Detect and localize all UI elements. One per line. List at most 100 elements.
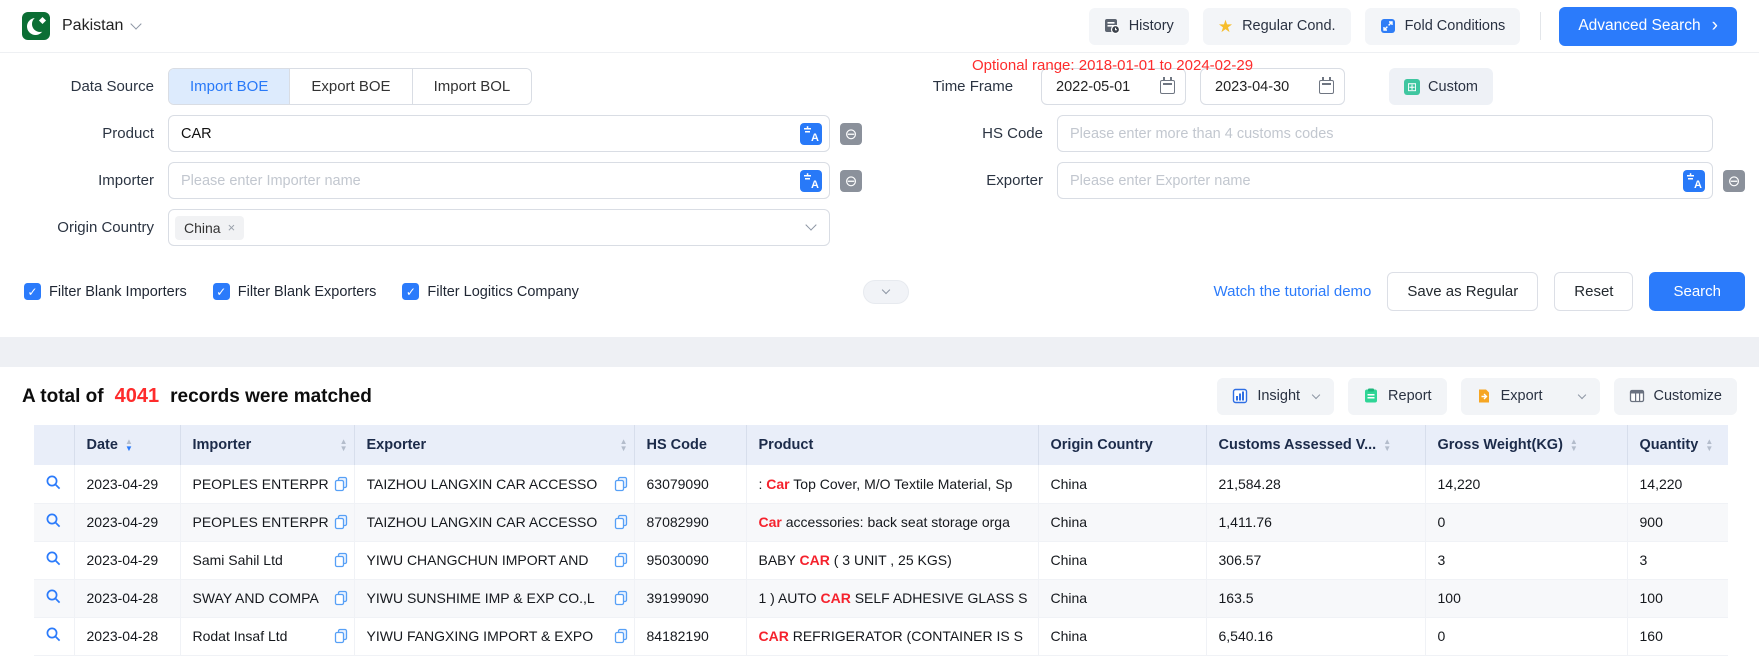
tutorial-link[interactable]: Watch the tutorial demo <box>1214 283 1372 300</box>
custom-range-button[interactable]: ⊞ Custom <box>1389 68 1493 105</box>
filter-blank-importers-checkbox[interactable]: ✓ Filter Blank Importers <box>24 283 187 300</box>
cell-hs-code: 87082990 <box>634 503 746 541</box>
filter-logitics-company-checkbox[interactable]: ✓ Filter Logitics Company <box>402 283 579 300</box>
copy-icon[interactable] <box>614 514 628 530</box>
header-origin-country[interactable]: Origin Country <box>1038 425 1206 465</box>
search-row-icon[interactable] <box>45 626 62 643</box>
insight-button[interactable]: Insight <box>1217 378 1334 415</box>
header-product[interactable]: Product <box>746 425 1038 465</box>
sort-icons[interactable]: ▲▼ <box>125 438 133 453</box>
chevron-down-icon[interactable] <box>805 219 816 230</box>
product-input[interactable] <box>169 126 829 142</box>
customize-button[interactable]: Customize <box>1614 378 1738 415</box>
report-button[interactable]: Report <box>1348 378 1447 415</box>
export-button[interactable]: Export <box>1461 378 1600 415</box>
history-button[interactable]: History <box>1089 8 1189 45</box>
chevron-down-icon[interactable] <box>131 18 142 29</box>
tag-close-icon[interactable]: × <box>228 220 236 235</box>
calendar-icon[interactable] <box>1160 80 1175 94</box>
report-icon <box>1363 388 1379 404</box>
calendar-icon[interactable] <box>1319 80 1334 94</box>
table-header-row: Date ▲▼ Importer ▲▼ Exporter ▲▼ HS Code … <box>34 425 1728 465</box>
search-row-icon[interactable] <box>45 474 62 491</box>
importer-label: Importer <box>0 172 168 189</box>
sort-icons[interactable]: ▲▼ <box>340 438 348 453</box>
advanced-search-button[interactable]: Advanced Search › <box>1559 7 1737 46</box>
header-customs-value[interactable]: Customs Assessed V... ▲▼ <box>1206 425 1425 465</box>
sort-icons[interactable]: ▲▼ <box>1570 438 1578 453</box>
exclude-condition-icon[interactable]: ⊖ <box>1723 170 1745 192</box>
reset-button[interactable]: Reset <box>1554 272 1633 311</box>
search-row-icon[interactable] <box>45 512 62 529</box>
country-selector-label[interactable]: Pakistan <box>62 17 123 35</box>
regular-cond-button[interactable]: ★ Regular Cond. <box>1203 8 1351 45</box>
translate-icon[interactable]: A <box>800 170 822 192</box>
importer-field[interactable]: A <box>168 162 830 199</box>
fold-conditions-button[interactable]: Fold Conditions <box>1365 8 1521 45</box>
hs-code-input[interactable] <box>1058 126 1712 142</box>
exporter-field[interactable]: A <box>1057 162 1713 199</box>
cell-customs-value: 6,540.16 <box>1206 617 1425 655</box>
copy-icon[interactable] <box>334 552 348 568</box>
hs-code-field[interactable] <box>1057 115 1713 152</box>
checkbox-checked-icon[interactable]: ✓ <box>402 283 419 300</box>
sort-icons[interactable]: ▲▼ <box>1705 438 1713 453</box>
checkbox-checked-icon[interactable]: ✓ <box>213 283 230 300</box>
header-gross-weight[interactable]: Gross Weight(KG) ▲▼ <box>1425 425 1627 465</box>
header-exporter[interactable]: Exporter ▲▼ <box>354 425 634 465</box>
search-button[interactable]: Search <box>1649 272 1745 311</box>
copy-icon[interactable] <box>334 514 348 530</box>
exporter-input[interactable] <box>1058 173 1712 189</box>
exclude-condition-icon[interactable]: ⊖ <box>840 123 862 145</box>
table-row: 2023-04-29 Sami Sahil Ltd YIWU CHANGCHUN… <box>34 541 1728 579</box>
save-as-regular-button[interactable]: Save as Regular <box>1387 272 1538 311</box>
cell-view[interactable] <box>34 503 74 541</box>
cell-view[interactable] <box>34 541 74 579</box>
copy-icon[interactable] <box>334 628 348 644</box>
row-data-source: Data Source Import BOE Export BOE Import… <box>0 68 1759 105</box>
sort-icons[interactable]: ▲▼ <box>620 438 628 453</box>
importer-input[interactable] <box>169 173 829 189</box>
section-divider <box>0 337 1759 367</box>
copy-icon[interactable] <box>614 552 628 568</box>
results-table: Date ▲▼ Importer ▲▼ Exporter ▲▼ HS Code … <box>34 425 1728 656</box>
cell-quantity: 160 <box>1627 617 1728 655</box>
date-to-input[interactable] <box>1213 78 1319 96</box>
header-hs-code[interactable]: HS Code <box>634 425 746 465</box>
tab-import-bol[interactable]: Import BOL <box>413 69 532 104</box>
toolbar-divider <box>1540 12 1541 40</box>
custom-icon: ⊞ <box>1404 79 1420 95</box>
copy-icon[interactable] <box>614 476 628 492</box>
date-from-input[interactable] <box>1054 78 1160 96</box>
sort-icons[interactable]: ▲▼ <box>1383 438 1391 453</box>
copy-icon[interactable] <box>334 590 348 606</box>
collapse-conditions-toggle[interactable] <box>863 280 909 304</box>
cell-date: 2023-04-28 <box>74 579 180 617</box>
cell-exporter: YIWU CHANGCHUN IMPORT AND <box>354 541 634 579</box>
copy-icon[interactable] <box>614 628 628 644</box>
exclude-condition-icon[interactable]: ⊖ <box>840 170 862 192</box>
copy-icon[interactable] <box>334 476 348 492</box>
translate-icon[interactable]: A <box>1683 170 1705 192</box>
cell-gross-weight: 0 <box>1425 503 1627 541</box>
checkbox-checked-icon[interactable]: ✓ <box>24 283 41 300</box>
header-quantity[interactable]: Quantity ▲▼ <box>1627 425 1728 465</box>
translate-icon[interactable]: A <box>800 123 822 145</box>
tab-export-boe[interactable]: Export BOE <box>290 69 412 104</box>
cell-view[interactable] <box>34 465 74 503</box>
product-field[interactable]: A <box>168 115 830 152</box>
tab-import-boe[interactable]: Import BOE <box>169 69 290 104</box>
copy-icon[interactable] <box>614 590 628 606</box>
svg-text:A: A <box>811 179 819 191</box>
filter-blank-exporters-checkbox[interactable]: ✓ Filter Blank Exporters <box>213 283 377 300</box>
cell-exporter: YIWU SUNSHIME IMP & EXP CO.,L <box>354 579 634 617</box>
chevron-down-icon[interactable] <box>1577 390 1585 398</box>
header-date[interactable]: Date ▲▼ <box>74 425 180 465</box>
search-row-icon[interactable] <box>45 550 62 567</box>
header-importer[interactable]: Importer ▲▼ <box>180 425 354 465</box>
cell-view[interactable] <box>34 579 74 617</box>
data-source-tabs: Import BOE Export BOE Import BOL <box>168 68 532 105</box>
cell-view[interactable] <box>34 617 74 655</box>
origin-country-select[interactable]: China × <box>168 209 830 246</box>
search-row-icon[interactable] <box>45 588 62 605</box>
